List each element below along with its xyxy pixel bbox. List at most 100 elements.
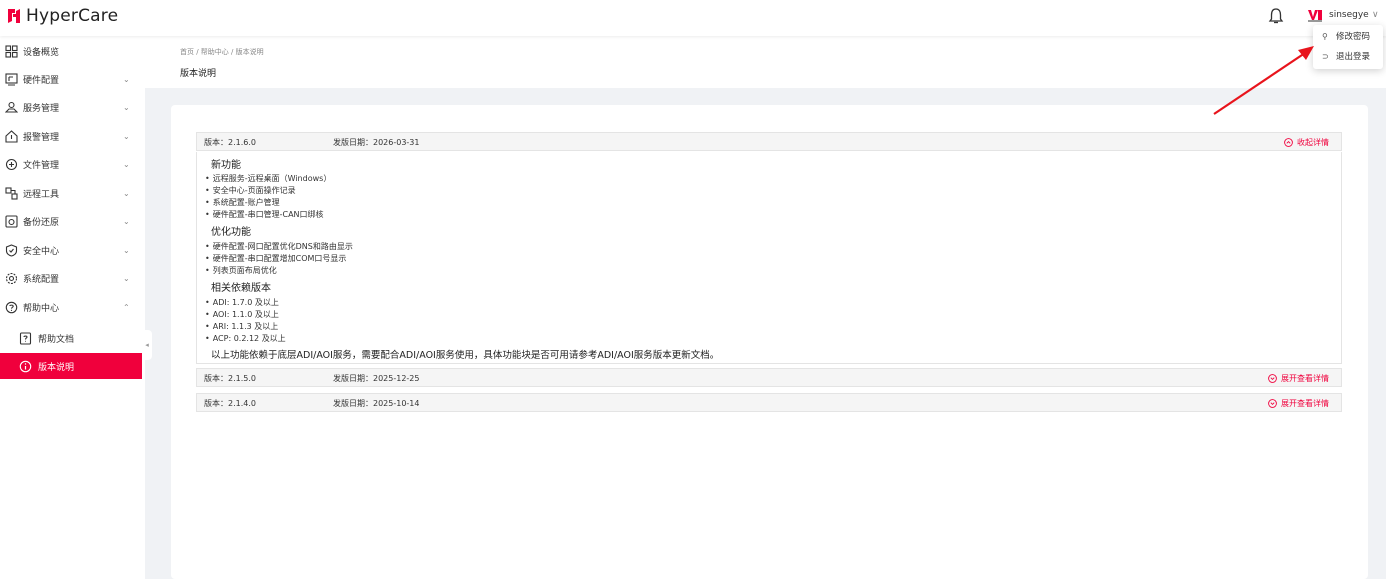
file-icon [5, 158, 18, 170]
dependency-note: 以上功能依赖于底层ADI/AOI服务，需要配合ADI/AOI服务使用，具体功能块… [211, 350, 720, 361]
chevron-down-icon[interactable]: ∨ [1372, 10, 1379, 20]
settings-icon [5, 272, 18, 284]
chevron-up-icon: ⌃ [123, 302, 130, 312]
list-item: ARI: 1.1.3 及以上 [205, 321, 279, 332]
sidebar-item-remote-tools[interactable]: 远程工具 ⌄ [0, 180, 142, 206]
sidebar-item-services[interactable]: 服务管理 ⌄ [0, 94, 142, 120]
version-header: 版本：2.1.5.0 发版日期：2025-12-25 展开查看详情 [196, 368, 1342, 387]
sidebar-item-label: 安全中心 [23, 246, 60, 257]
remote-icon [5, 186, 18, 200]
chevron-down-icon: ⌄ [123, 245, 130, 255]
bell-icon[interactable] [1268, 7, 1284, 25]
collapse-details-button[interactable]: 收起详情 [1284, 137, 1329, 148]
app-logo[interactable]: HyperCare [6, 4, 118, 28]
sidebar-item-backup[interactable]: 备份还原 ⌄ [0, 208, 142, 234]
key-icon: ⚲ [1322, 31, 1328, 41]
sidebar-item-label: 服务管理 [23, 103, 60, 114]
logout-icon: ⊃ [1322, 51, 1329, 61]
section-title: 新功能 [211, 160, 241, 171]
sidebar-item-label: 备份还原 [23, 217, 60, 228]
chevron-down-icon: ⌄ [123, 159, 130, 169]
sidebar-item-label: 系统配置 [23, 274, 60, 285]
list-item: 列表页面布局优化 [205, 265, 277, 276]
sidebar-item-label: 报警管理 [23, 132, 60, 143]
top-bar: HyperCare sinsegye ∨ [0, 0, 1386, 36]
change-password-menu-item[interactable]: ⚲ 修改密码 [1313, 27, 1383, 45]
version-number: 版本：2.1.4.0 [204, 399, 256, 408]
version-details: 新功能 远程服务-远程桌面（Windows） 安全中心-页面操作记录 系统配置-… [196, 152, 1342, 364]
sidebar-item-security[interactable]: 安全中心 ⌄ [0, 237, 142, 263]
list-item: 安全中心-页面操作记录 [205, 185, 296, 196]
app-name: HyperCare [26, 6, 119, 26]
sidebar-item-label: 远程工具 [23, 189, 60, 200]
version-header: 版本：2.1.6.0 发版日期：2026-03-31 收起详情 [196, 132, 1342, 151]
toggle-label: 展开查看详情 [1281, 374, 1329, 383]
chevron-up-circle-icon [1284, 138, 1293, 147]
info-icon [19, 360, 32, 372]
help-icon [5, 301, 18, 313]
release-date: 发版日期：2026-03-31 [333, 138, 420, 147]
page-title: 版本说明 [180, 69, 217, 79]
sidebar-item-help-center[interactable]: 帮助中心 ⌃ [0, 294, 142, 320]
list-item: ACP: 0.2.12 及以上 [205, 333, 286, 344]
chevron-down-icon: ⌄ [123, 102, 130, 112]
release-date: 发版日期：2025-10-14 [333, 399, 420, 408]
chevron-down-icon: ⌄ [123, 131, 130, 141]
chevron-down-icon: ⌄ [123, 273, 130, 283]
list-item: 远程服务-远程桌面（Windows） [205, 173, 332, 184]
sidebar-item-system-config[interactable]: 系统配置 ⌄ [0, 265, 142, 291]
sidebar-item-label: 文件管理 [23, 160, 60, 171]
sidebar: 设备概览 硬件配置 ⌄ 服务管理 ⌄ 报警管理 ⌄ 文件管理 ⌄ 远程工具 ⌄ … [0, 36, 145, 579]
sidebar-item-alarms[interactable]: 报警管理 ⌄ [0, 123, 142, 149]
hypercare-logo-icon [8, 9, 20, 23]
list-item: 硬件配置-串口管理-CAN口绑核 [205, 209, 324, 220]
expand-details-button[interactable]: 展开查看详情 [1268, 373, 1329, 384]
annotation-arrow [1213, 46, 1314, 115]
chevron-down-icon: ⌄ [123, 188, 130, 198]
page-header: 首页 / 帮助中心 / 版本说明 版本说明 [145, 36, 1386, 88]
version-number: 版本：2.1.5.0 [204, 374, 256, 383]
section-title: 优化功能 [211, 227, 251, 238]
grid-icon [5, 44, 18, 58]
chevron-left-icon: ◂ [145, 341, 149, 349]
sidebar-item-overview[interactable]: 设备概览 [0, 38, 142, 64]
sidebar-item-files[interactable]: 文件管理 ⌄ [0, 151, 142, 177]
monitor-icon [5, 72, 18, 86]
menu-item-label: 修改密码 [1336, 32, 1371, 42]
toggle-label: 展开查看详情 [1281, 399, 1329, 408]
list-item: ADI: 1.7.0 及以上 [205, 297, 279, 308]
list-item: 硬件配置-网口配置优化DNS和路由显示 [205, 241, 353, 252]
chevron-down-circle-icon [1268, 399, 1277, 408]
sidebar-subitem-help-docs[interactable]: 帮助文档 [0, 325, 142, 351]
expand-details-button[interactable]: 展开查看详情 [1268, 398, 1329, 409]
chevron-down-circle-icon [1268, 374, 1277, 383]
service-icon [5, 101, 18, 113]
doc-icon [19, 331, 32, 345]
chevron-down-icon: ⌄ [123, 216, 130, 226]
section-title: 相关依赖版本 [211, 283, 271, 294]
sidebar-collapse-handle[interactable]: ◂ [142, 330, 152, 360]
backup-icon [5, 214, 18, 228]
shield-icon [5, 243, 18, 257]
list-item: AOI: 1.1.0 及以上 [205, 309, 279, 320]
version-number: 版本：2.1.6.0 [204, 138, 256, 147]
chevron-down-icon: ⌄ [123, 74, 130, 84]
logout-menu-item[interactable]: ⊃ 退出登录 [1313, 47, 1383, 65]
sidebar-subitem-release-notes[interactable]: 版本说明 [0, 353, 142, 379]
sidebar-item-label: 版本说明 [38, 362, 75, 373]
sidebar-item-hardware[interactable]: 硬件配置 ⌄ [0, 66, 142, 92]
list-item: 硬件配置-串口配置增加COM口号显示 [205, 253, 347, 264]
menu-item-label: 退出登录 [1336, 52, 1371, 62]
sidebar-item-label: 硬件配置 [23, 75, 60, 86]
toggle-label: 收起详情 [1297, 138, 1329, 147]
breadcrumb[interactable]: 首页 / 帮助中心 / 版本说明 [180, 47, 264, 57]
user-avatar[interactable] [1307, 8, 1323, 22]
user-dropdown-menu: ⚲ 修改密码 ⊃ 退出登录 [1313, 25, 1383, 69]
username[interactable]: sinsegye [1329, 10, 1369, 20]
sidebar-item-label: 帮助文档 [38, 334, 75, 345]
sidebar-item-label: 帮助中心 [23, 303, 60, 314]
version-header: 版本：2.1.4.0 发版日期：2025-10-14 展开查看详情 [196, 393, 1342, 412]
sidebar-item-label: 设备概览 [23, 47, 60, 58]
alarm-icon [5, 129, 18, 143]
release-date: 发版日期：2025-12-25 [333, 374, 420, 383]
